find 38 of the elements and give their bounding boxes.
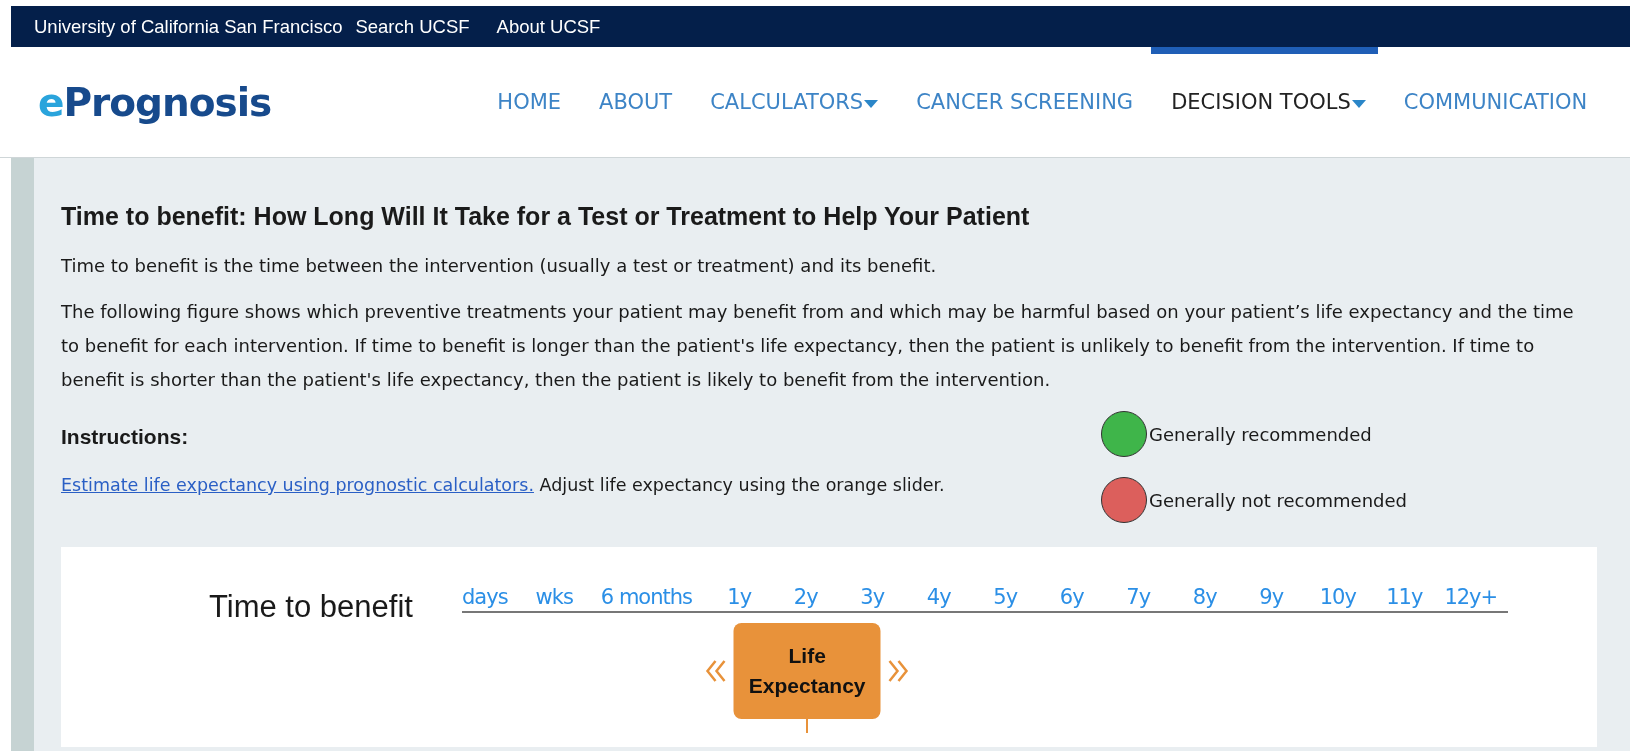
chevron-right-icon[interactable]	[886, 659, 909, 683]
nav-tab[interactable]: HOME	[497, 47, 562, 157]
tick-label: 3y	[859, 585, 886, 609]
tick-label: 2y	[792, 585, 819, 609]
top-link[interactable]: About UCSF	[496, 15, 601, 38]
paragraph: Time to benefit is the time between the intervention (usually a test or treatment) and its benefit.	[61, 254, 938, 278]
legend-label: Generally not recommended	[1149, 489, 1407, 511]
calculators-link[interactable]: Estimate life expectancy using prognostic calculators.	[61, 475, 534, 495]
page-title: Time to benefit: How Long Will It Take for a Test or Treatment to Help Your Patient	[61, 202, 1031, 231]
chevron-left-icon[interactable]	[705, 659, 728, 683]
nav-tab[interactable]: ABOUT	[599, 47, 673, 157]
axis-label: Time to benefit	[209, 589, 414, 625]
nav-tab[interactable]: CANCER SCREENING	[916, 47, 1134, 157]
nav-tab[interactable]: COMMUNICATION	[1403, 47, 1588, 157]
caret-icon	[1351, 100, 1366, 108]
top-link[interactable]: University of California San Francisco	[34, 15, 343, 38]
top-link[interactable]: Search UCSF	[355, 15, 470, 38]
nav-tab[interactable]: CALCULATORS	[710, 47, 879, 157]
tick-label: 4y	[925, 585, 952, 609]
tick-label: 12y+	[1443, 585, 1499, 609]
instructions-heading: Instructions:	[61, 425, 190, 449]
tick-label: 9y	[1258, 585, 1285, 609]
paragraph: The following figure shows which preventive treatments your patient may benefit from and which may be harmful based on your patient’s life expectancy and the time to benefit for each intervention. If time to benefit is longer than the patient's life expectancy, then the patient is unlikely to benefit from the intervention. If time to benefit is shorter than the patient's life expectancy, then the patient is likely to benefit from the intervention.	[61, 300, 1575, 392]
site-logo[interactable]: ePrognosis	[38, 79, 272, 125]
tick-label: days	[462, 585, 508, 609]
tick-label: 6 months	[600, 585, 692, 609]
tick-label: wks	[535, 585, 573, 609]
tick-label: 10y	[1318, 585, 1357, 609]
tick-label: 1y	[726, 585, 753, 609]
life-expectancy-handle[interactable]: Life Expectancy	[733, 623, 881, 719]
tick-label: 6y	[1058, 585, 1085, 609]
legend-label: Generally recommended	[1149, 423, 1372, 445]
tick-label: 11y	[1385, 585, 1424, 609]
tick-label: 5y	[992, 585, 1019, 609]
caret-icon	[864, 100, 879, 108]
instruction-text: Adjust life expectancy using the orange slider.	[539, 475, 945, 495]
tick-label: 8y	[1191, 585, 1218, 609]
tick-label: 7y	[1125, 585, 1152, 609]
